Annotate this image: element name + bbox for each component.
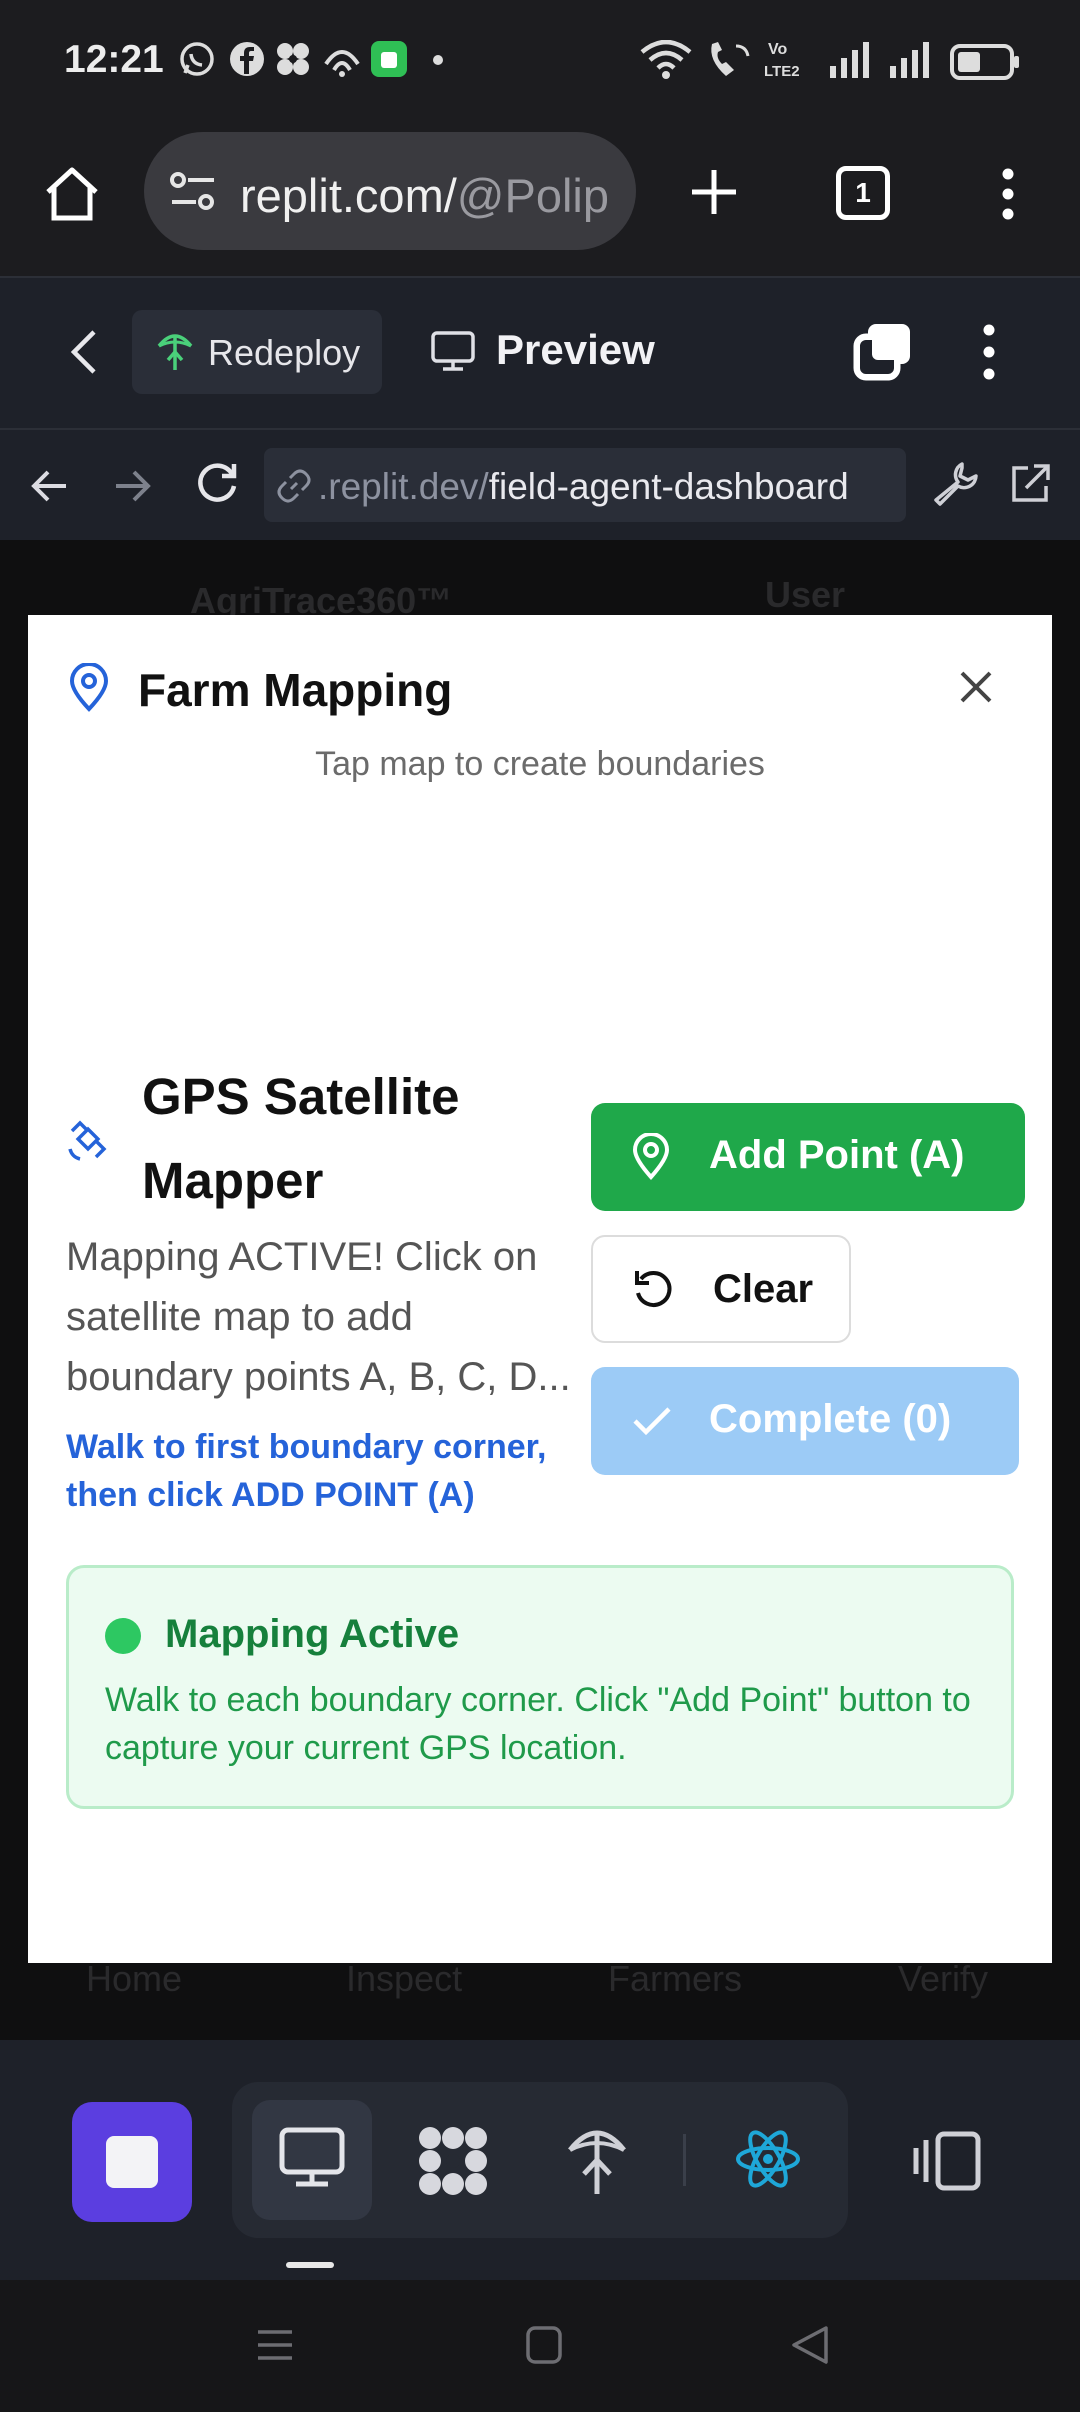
android-nav-bar [0,2280,1080,2412]
mapping-status-title: Mapping Active [165,1612,460,1656]
dock-tool-group [232,2082,848,2238]
dock-preview-tab[interactable] [252,2100,372,2220]
add-point-button[interactable]: Add Point (A) [591,1103,1025,1211]
gps-mapper-title: GPS Satellite Mapper [142,1068,460,1209]
replit-header: Redeploy Preview [0,276,1080,428]
mapping-status-panel: Mapping Active Walk to each boundary cor… [66,1565,1014,1809]
tab-count: 1 [855,177,871,208]
stop-button[interactable] [72,2102,192,2222]
monitor-icon [278,2126,346,2190]
whatsapp-icon [178,40,216,78]
complete-button[interactable]: Complete (0) [591,1367,1019,1475]
battery-icon [950,44,1020,80]
dialog-subtitle: Tap map to create boundaries [315,745,765,783]
farm-mapping-dialog: Farm Mapping Tap map to create boundarie… [28,615,1052,1963]
reset-icon [631,1267,677,1313]
preview-label: Preview [496,326,655,373]
hotspot-icon [322,40,362,78]
recent-apps-icon[interactable] [256,2326,294,2364]
layout-panel-icon[interactable] [912,2130,984,2192]
replit-bottom-dock [0,2040,1080,2280]
deploy-icon [156,330,194,372]
back-button-icon[interactable] [790,2324,830,2366]
monitor-icon [430,330,476,372]
app-icon [370,40,408,78]
redeploy-label: Redeploy [208,332,361,373]
wrench-icon[interactable] [932,460,978,506]
system-status-bar: 12:21 Vo LTE2 [0,0,1080,124]
dock-divider [683,2134,686,2186]
home-button-icon[interactable] [526,2326,562,2364]
check-icon [631,1403,673,1439]
tab-switcher-button[interactable]: 1 [836,166,890,220]
url-host: replit.com/ [240,169,457,222]
close-icon[interactable] [958,669,994,705]
fan-icon [274,40,312,78]
volte-icon: Vo LTE2 [764,38,814,80]
back-chevron-icon[interactable] [66,328,102,376]
browser-toolbar: replit.com/@Polip 1 [0,124,1080,276]
dot-icon [432,54,444,66]
site-settings-icon[interactable] [168,168,218,214]
satellite-icon [64,1115,114,1165]
clear-button[interactable]: Clear [591,1235,851,1343]
signal-icon [828,40,872,80]
clear-label: Clear [713,1267,814,1311]
window-stack-icon[interactable] [852,322,914,384]
deploy-icon[interactable] [566,2122,628,2198]
status-dot [105,1618,141,1654]
webview-nav-bar: .replit.dev/field-agent-dashboard [0,428,1080,540]
webview-url-domain: .replit.dev/ [318,466,489,507]
background-tab-farmers: Farmers [608,1958,742,1999]
wifi-icon [640,40,692,80]
react-icon[interactable] [734,2126,802,2192]
nav-back-icon[interactable] [30,466,70,506]
home-icon[interactable] [42,164,102,224]
map-pin-icon [631,1133,671,1181]
reload-icon[interactable] [194,460,240,506]
link-icon [276,468,312,504]
active-tab-indicator [286,2262,334,2268]
browser-menu-icon[interactable] [998,166,1018,222]
redeploy-button[interactable]: Redeploy [132,310,382,394]
svg-text:LTE2: LTE2 [764,63,800,80]
gps-mapper-hint: Walk to first boundary corner, then clic… [66,1428,547,1514]
background-tab-home: Home [86,1958,183,1999]
background-user: User [765,574,846,615]
nav-forward-icon[interactable] [112,466,152,506]
signal-icon [888,40,932,80]
open-external-icon[interactable] [1008,462,1052,506]
new-tab-icon[interactable] [686,164,742,220]
apps-icon[interactable] [416,2124,490,2198]
stop-icon [106,2136,158,2188]
svg-text:Vo: Vo [768,41,787,58]
add-point-label: Add Point (A) [709,1133,965,1177]
webview-url-field[interactable]: .replit.dev/field-agent-dashboard [264,448,906,522]
replit-menu-icon[interactable] [980,322,998,382]
url-path: @Polip [456,169,610,222]
gps-mapper-description: Mapping ACTIVE! Click on satellite map t… [66,1235,571,1399]
mapping-status-body: Walk to each boundary corner. Click "Add… [105,1681,971,1767]
webview-url-text: .replit.dev/field-agent-dashboard [318,466,849,508]
facebook-icon [228,40,266,78]
address-bar-text: replit.com/@Polip [240,168,620,223]
background-tab-inspect: Inspect [346,1958,463,1999]
dialog-title: Farm Mapping [138,664,453,716]
wifi-call-icon [706,40,754,80]
status-time: 12:21 [64,38,164,81]
address-bar[interactable]: replit.com/@Polip [144,132,636,250]
complete-label: Complete (0) [709,1397,952,1441]
webview-url-path: field-agent-dashboard [488,466,849,507]
background-tab-verify: Verify [898,1958,989,1999]
map-pin-icon [68,663,110,713]
